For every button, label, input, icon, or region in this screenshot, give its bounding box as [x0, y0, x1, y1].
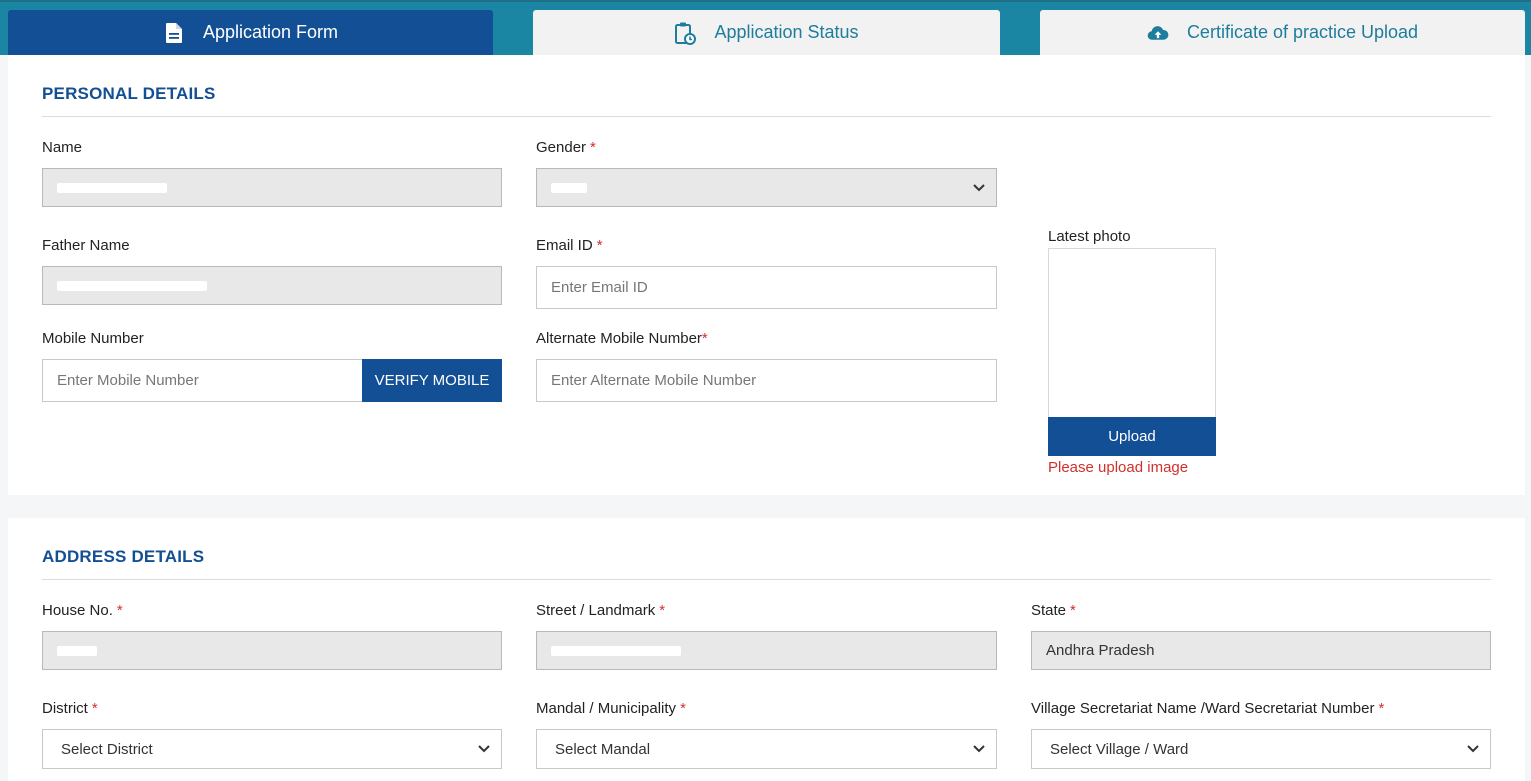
street-label: Street / Landmark * [536, 602, 665, 619]
section-title: ADDRESS DETAILS [42, 547, 205, 566]
gender-label-text: Gender [536, 139, 587, 156]
district-label: District * [42, 700, 98, 717]
mandal-select[interactable]: Select Mandal [536, 729, 997, 769]
upload-button[interactable]: Upload [1048, 417, 1216, 456]
chevron-down-icon [972, 744, 986, 754]
address-details-panel: ADDRESS DETAILS House No. * Street / Land… [8, 518, 1525, 781]
chevron-down-icon [477, 744, 491, 754]
photo-error-text: Please upload image [1048, 459, 1189, 476]
photo-preview [1048, 248, 1216, 418]
street-label-text: Street / Landmark [536, 602, 656, 619]
personal-details-panel: PERSONAL DETAILS Name Gender * Father Nam… [8, 55, 1525, 495]
email-label: Email ID * [536, 237, 603, 254]
photo-label: Latest photo [1048, 228, 1131, 245]
redacted-value [57, 645, 97, 656]
chevron-down-icon [1466, 744, 1480, 754]
mobile-field[interactable]: Enter Mobile Number [42, 359, 363, 402]
tab-certificate-upload[interactable]: Certificate of practice Upload [1040, 10, 1525, 55]
district-select[interactable]: Select District [42, 729, 502, 769]
mandal-label: Mandal / Municipality * [536, 700, 686, 717]
village-label: Village Secretariat Name /Ward Secretari… [1031, 700, 1384, 717]
tab-application-form[interactable]: Application Form [8, 10, 493, 55]
verify-mobile-button[interactable]: VERIFY MOBILE [362, 359, 502, 402]
required-mark: * [596, 237, 603, 254]
tab-application-status[interactable]: Application Status [533, 10, 1000, 55]
street-field [536, 631, 997, 670]
cloud-upload-icon [1147, 21, 1169, 45]
mandal-select-value: Select Mandal [555, 740, 651, 758]
village-select-value: Select Village / Ward [1050, 740, 1189, 758]
name-field [42, 168, 502, 207]
house-no-label-text: House No. [42, 602, 113, 619]
required-mark: * [116, 602, 123, 619]
state-label-text: State [1031, 602, 1067, 619]
gender-label: Gender * [536, 139, 596, 156]
required-mark: * [590, 139, 596, 156]
father-name-label: Father Name [42, 237, 130, 254]
tab-label: Application Status [714, 22, 859, 42]
redacted-value [551, 645, 681, 656]
email-label-text: Email ID [536, 237, 593, 254]
name-label: Name [42, 139, 83, 156]
document-icon [163, 21, 185, 45]
required-mark: * [659, 602, 666, 619]
redacted-value [57, 182, 167, 193]
district-select-value: Select District [61, 740, 153, 758]
district-label-text: District [42, 700, 88, 717]
required-mark: * [701, 330, 708, 347]
chevron-down-icon [972, 183, 986, 193]
tab-label: Application Form [202, 22, 339, 42]
alt-mobile-label: Alternate Mobile Number* [536, 330, 708, 347]
state-label: State * [1031, 602, 1076, 619]
required-mark: * [91, 700, 98, 717]
section-title: PERSONAL DETAILS [42, 84, 216, 103]
required-mark: * [1378, 700, 1385, 717]
required-mark: * [1070, 602, 1076, 619]
state-field: Andhra Pradesh [1031, 631, 1491, 670]
house-no-label: House No. * [42, 602, 123, 619]
alt-mobile-field[interactable]: Enter Alternate Mobile Number [536, 359, 997, 402]
email-field[interactable]: Enter Email ID [536, 266, 997, 309]
father-name-field [42, 266, 502, 305]
alt-mobile-label-text: Alternate Mobile Number [536, 330, 702, 347]
tab-label: Certificate of practice Upload [1186, 22, 1419, 42]
divider [42, 579, 1491, 580]
gender-select[interactable] [536, 168, 997, 207]
village-select[interactable]: Select Village / Ward [1031, 729, 1491, 769]
house-no-field [42, 631, 502, 670]
mobile-label: Mobile Number [42, 330, 144, 347]
redacted-value [551, 182, 587, 193]
village-label-text: Village Secretariat Name /Ward Secretari… [1031, 700, 1375, 717]
clipboard-clock-icon [674, 21, 697, 45]
required-mark: * [680, 700, 686, 717]
redacted-value [57, 280, 207, 291]
mandal-label-text: Mandal / Municipality [536, 700, 677, 717]
divider [42, 116, 1491, 117]
